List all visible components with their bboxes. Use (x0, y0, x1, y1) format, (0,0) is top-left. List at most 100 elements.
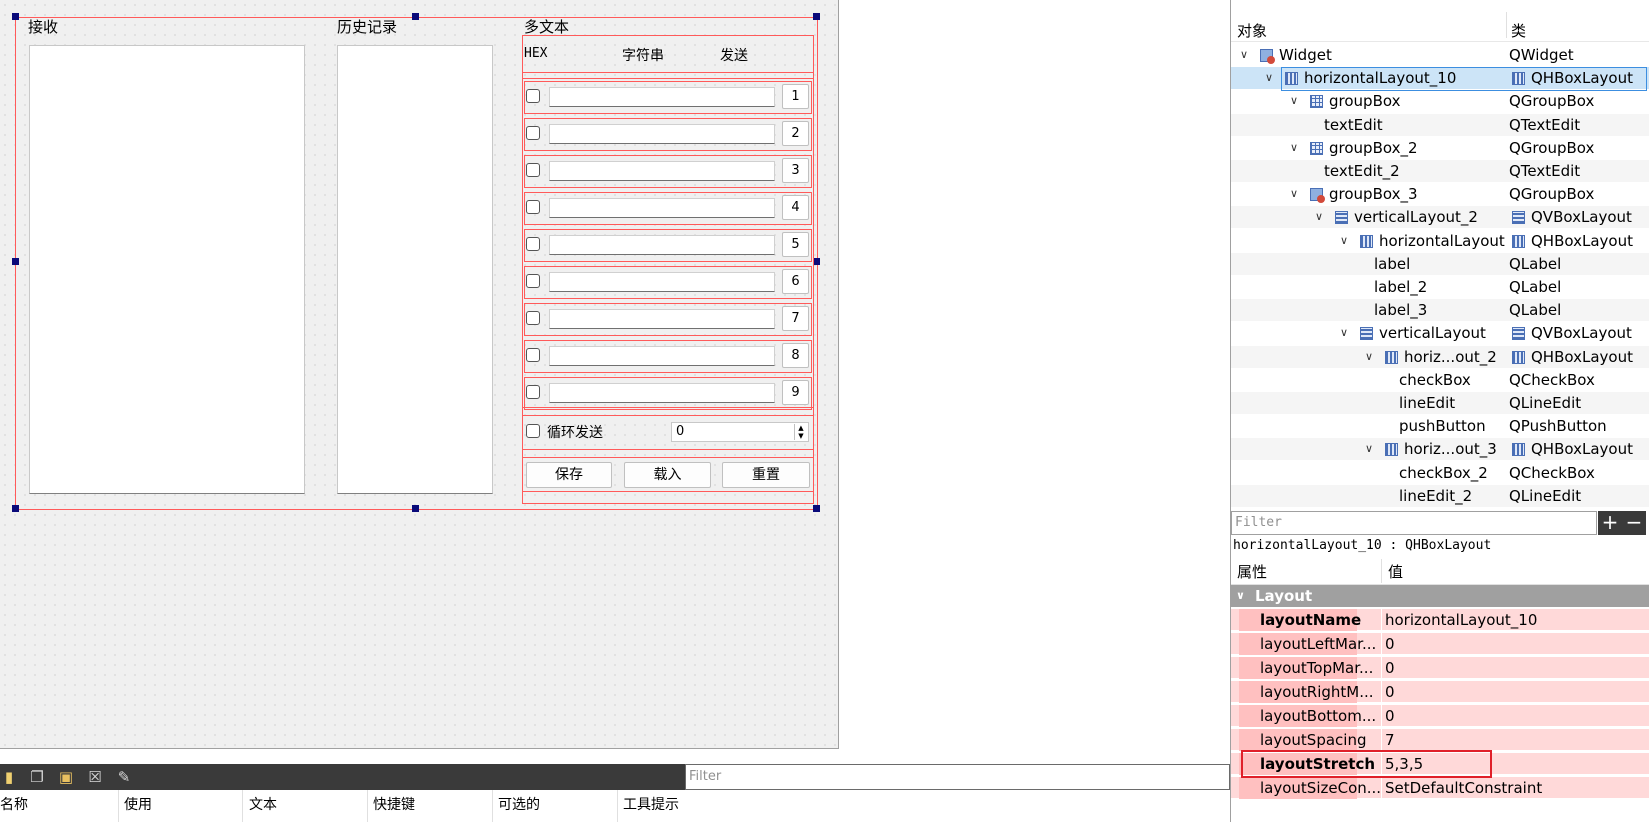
column-checkable[interactable]: 可选的 (498, 794, 540, 814)
resize-handle[interactable] (813, 505, 820, 512)
spin-value: 0 (676, 424, 685, 439)
send-row-button[interactable]: 8 (782, 343, 809, 368)
delete-icon[interactable]: ☒ (86, 768, 104, 786)
header-divider (1506, 12, 1507, 38)
send-row-checkbox[interactable] (526, 163, 540, 177)
tree-item-name: groupBox (1329, 92, 1401, 111)
tree-item-name: groupBox_3 (1329, 185, 1418, 204)
property-value[interactable]: horizontalLayout_10 (1385, 609, 1537, 631)
chevron-down-icon[interactable]: ∨ (1290, 183, 1298, 205)
chevron-down-icon[interactable]: ∨ (1236, 585, 1245, 607)
tree-row[interactable] (1231, 276, 1649, 298)
spin-arrows-icon[interactable]: ▲ ▼ (794, 424, 807, 440)
property-filter-input[interactable]: Filter (1231, 511, 1597, 535)
send-row-line-edit[interactable] (549, 272, 775, 292)
column-shortcut[interactable]: 快捷键 (373, 794, 415, 814)
chevron-down-icon[interactable]: ∨ (1365, 346, 1373, 368)
chevron-down-icon[interactable]: ∨ (1290, 90, 1298, 112)
resize-handle[interactable] (12, 258, 19, 265)
chevron-down-icon[interactable]: ∨ (1340, 230, 1348, 252)
chevron-down-icon[interactable]: ∨ (1265, 67, 1273, 89)
loop-send-checkbox[interactable] (526, 424, 540, 438)
tree-row[interactable] (1231, 160, 1649, 182)
column-used[interactable]: 使用 (124, 794, 152, 814)
add-property-button[interactable]: + (1598, 511, 1622, 535)
send-row-button[interactable]: 2 (782, 121, 809, 146)
tree-row[interactable] (1231, 113, 1649, 136)
send-row-line-edit[interactable] (549, 346, 775, 366)
send-row-button[interactable]: 1 (782, 84, 809, 109)
send-row-checkbox[interactable] (526, 237, 540, 251)
property-value[interactable]: 0 (1385, 705, 1395, 727)
property-value[interactable]: 0 (1385, 633, 1395, 655)
groupbox-history-title: 历史记录 (337, 18, 398, 36)
send-row-checkbox[interactable] (526, 89, 540, 103)
send-row-button[interactable]: 7 (782, 306, 809, 331)
class-column-header[interactable]: 类 (1511, 20, 1526, 41)
send-row-button[interactable]: 4 (782, 195, 809, 220)
send-row-checkbox[interactable] (526, 311, 540, 325)
property-name: layoutSpacing (1260, 731, 1367, 749)
property-value[interactable]: 0 (1385, 657, 1395, 679)
column-text[interactable]: 文本 (249, 794, 277, 814)
send-row-checkbox[interactable] (526, 274, 540, 288)
tree-row[interactable] (1231, 252, 1649, 275)
resize-handle[interactable] (813, 13, 820, 20)
resize-handle[interactable] (12, 505, 19, 512)
value-column-header[interactable]: 值 (1388, 561, 1403, 582)
send-row-checkbox[interactable] (526, 348, 540, 362)
save-button[interactable]: 保存 (526, 462, 612, 488)
tree-row[interactable] (1231, 299, 1649, 322)
layout-section-header[interactable]: ∨ Layout (1231, 585, 1649, 607)
chevron-down-icon[interactable]: ∨ (1240, 44, 1248, 66)
configure-icon[interactable]: ✎ (115, 768, 133, 786)
action-filter-input[interactable]: Filter (685, 764, 1230, 790)
send-row-checkbox[interactable] (526, 126, 540, 140)
remove-property-button[interactable]: − (1622, 511, 1646, 535)
send-row-line-edit[interactable] (549, 87, 775, 107)
copy-icon[interactable]: ❐ (28, 768, 46, 786)
send-row-button[interactable]: 6 (782, 269, 809, 294)
load-button[interactable]: 载入 (624, 462, 711, 488)
loop-interval-spinbox[interactable]: 0 ▲ ▼ (671, 422, 809, 442)
tree-item-class: QPushButton (1509, 417, 1607, 436)
hbox-layout-icon (1512, 350, 1525, 364)
column-name[interactable]: 名称 (0, 794, 28, 814)
property-value[interactable]: 7 (1385, 729, 1395, 751)
column-tooltip[interactable]: 工具提示 (623, 794, 679, 814)
new-action-icon[interactable]: ▮ (0, 768, 18, 786)
tree-item-name: horiz...out_3 (1404, 440, 1497, 459)
history-text-edit[interactable] (337, 45, 493, 494)
property-column-header[interactable]: 属性 (1237, 561, 1267, 582)
chevron-down-icon[interactable]: ∨ (1365, 438, 1373, 460)
send-row-button[interactable]: 3 (782, 158, 809, 183)
send-row-button[interactable]: 9 (782, 380, 809, 405)
send-row-button[interactable]: 5 (782, 232, 809, 257)
resize-handle[interactable] (12, 13, 19, 20)
send-row-line-edit[interactable] (549, 309, 775, 329)
send-row-line-edit[interactable] (549, 383, 775, 403)
open-icon[interactable]: ▣ (57, 768, 75, 786)
tree-item-class: QHBoxLayout (1531, 347, 1633, 366)
chevron-down-icon[interactable]: ∨ (1340, 322, 1348, 344)
object-column-header[interactable]: 对象 (1237, 20, 1267, 41)
send-row-line-edit[interactable] (549, 161, 775, 181)
chevron-down-icon[interactable]: ∨ (1315, 206, 1323, 228)
grid-layout-icon (1310, 95, 1323, 109)
resize-handle[interactable] (412, 13, 419, 20)
send-row-line-edit[interactable] (549, 198, 775, 218)
tree-item-class: QWidget (1509, 46, 1574, 64)
tree-item-class: QVBoxLayout (1531, 324, 1632, 343)
resize-handle[interactable] (813, 258, 820, 265)
reset-button[interactable]: 重置 (722, 462, 810, 488)
send-row-line-edit[interactable] (549, 235, 775, 255)
property-value[interactable]: SetDefaultConstraint (1385, 777, 1542, 799)
send-row-checkbox[interactable] (526, 385, 540, 399)
tree-item-class: QLabel (1509, 254, 1562, 273)
resize-handle[interactable] (412, 505, 419, 512)
send-row-line-edit[interactable] (549, 124, 775, 144)
send-row-checkbox[interactable] (526, 200, 540, 214)
property-value[interactable]: 0 (1385, 681, 1395, 703)
receive-text-edit[interactable] (29, 45, 305, 494)
chevron-down-icon[interactable]: ∨ (1290, 137, 1298, 159)
